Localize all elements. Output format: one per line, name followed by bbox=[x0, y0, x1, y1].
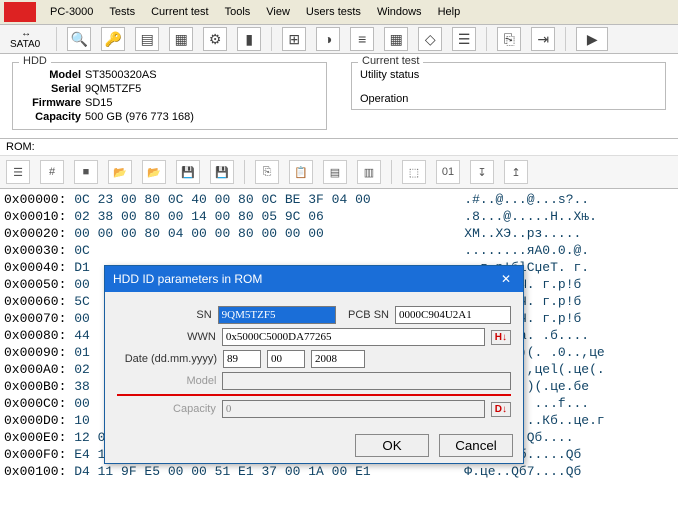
red-separator bbox=[117, 394, 511, 396]
hx-grid-icon[interactable]: # bbox=[40, 160, 64, 184]
hx-paste-icon[interactable]: 📋 bbox=[289, 160, 313, 184]
pcb-sn-input[interactable] bbox=[395, 306, 511, 324]
tool-icon-grid[interactable]: ▦ bbox=[384, 27, 408, 51]
model-input bbox=[222, 372, 511, 390]
menu-tests[interactable]: Tests bbox=[101, 4, 143, 20]
serial-label: Serial bbox=[21, 83, 81, 95]
hx-save-icon[interactable]: 💾 bbox=[176, 160, 200, 184]
hex-toolbar: ☰ # ■ 📂 📂 💾 💾 ⎘ 📋 ▤ ▥ ⬚ 01 ↧ ↥ bbox=[0, 155, 678, 189]
sata-port[interactable]: ↔ SATA0 bbox=[4, 28, 46, 50]
tool-icon-chip[interactable]: ▮ bbox=[237, 27, 261, 51]
tool-icon-tree[interactable]: ⊞ bbox=[282, 27, 306, 51]
hx-in-icon[interactable]: ↧ bbox=[470, 160, 494, 184]
hx-bin-icon[interactable]: 01 bbox=[436, 160, 460, 184]
menu-current-test[interactable]: Current test bbox=[143, 4, 216, 20]
wwn-input[interactable] bbox=[222, 328, 485, 346]
menubar: PC-3000 Tests Current test Tools View Us… bbox=[0, 0, 678, 25]
serial-value: 9QM5TZF5 bbox=[85, 83, 141, 95]
menu-users-tests[interactable]: Users tests bbox=[298, 4, 369, 20]
tool-icon-exit[interactable]: ⇥ bbox=[531, 27, 555, 51]
menu-windows[interactable]: Windows bbox=[369, 4, 430, 20]
menu-view[interactable]: View bbox=[258, 4, 298, 20]
tool-icon-lines[interactable]: ≡ bbox=[350, 27, 374, 51]
dialog-title: HDD ID parameters in ROM bbox=[113, 272, 262, 286]
hx-mark-icon[interactable]: ⬚ bbox=[402, 160, 426, 184]
date-year-input[interactable] bbox=[311, 350, 365, 368]
tool-icon-1[interactable]: 🔍 bbox=[67, 27, 91, 51]
model-label: Model bbox=[21, 69, 81, 81]
model-value: ST3500320AS bbox=[85, 69, 157, 81]
capacity-input bbox=[222, 400, 485, 418]
hx-list-icon[interactable]: ☰ bbox=[6, 160, 30, 184]
hdd-id-dialog: HDD ID parameters in ROM ✕ SN PCB SN WWN… bbox=[104, 265, 524, 464]
date-day-input[interactable] bbox=[223, 350, 261, 368]
capacity-hex-icon[interactable]: D↓ bbox=[491, 402, 511, 417]
wwn-hex-icon[interactable]: H↓ bbox=[491, 330, 511, 345]
close-icon[interactable]: ✕ bbox=[497, 270, 515, 288]
menu-tools[interactable]: Tools bbox=[217, 4, 259, 20]
app-icon bbox=[4, 2, 36, 22]
tool-icon-key[interactable]: 🔑 bbox=[101, 27, 125, 51]
menu-help[interactable]: Help bbox=[430, 4, 469, 20]
tool-icon-flow[interactable]: ◇ bbox=[418, 27, 442, 51]
hx-open-icon[interactable]: 📂 bbox=[108, 160, 132, 184]
hx-copy-icon[interactable]: ⎘ bbox=[255, 160, 279, 184]
menu-pc3000[interactable]: PC-3000 bbox=[42, 4, 101, 20]
capacity-label-dlg: Capacity bbox=[117, 403, 216, 415]
firmware-value: SD15 bbox=[85, 97, 113, 109]
cancel-button[interactable]: Cancel bbox=[439, 434, 513, 457]
firmware-label: Firmware bbox=[21, 97, 81, 109]
hx-out-icon[interactable]: ↥ bbox=[504, 160, 528, 184]
hx-sq-icon[interactable]: ■ bbox=[74, 160, 98, 184]
current-test-group: Current test Utility status Operation bbox=[351, 62, 666, 110]
utility-status-label: Utility status bbox=[360, 69, 657, 81]
hx-block2-icon[interactable]: ▥ bbox=[357, 160, 381, 184]
date-label: Date (dd.mm.yyyy) bbox=[117, 353, 217, 365]
main-toolbar: ↔ SATA0 🔍 🔑 ▤ ▦ ⚙ ▮ ⊞ ◑ ≡ ▦ ◇ ☰ ⎘ ⇥ ▶ bbox=[0, 25, 678, 54]
hdd-group: HDD ModelST3500320AS Serial9QM5TZF5 Firm… bbox=[12, 62, 327, 130]
hdd-group-title: HDD bbox=[19, 55, 51, 67]
hx-save2-icon[interactable]: 💾 bbox=[210, 160, 234, 184]
capacity-label: Capacity bbox=[21, 111, 81, 123]
date-month-input[interactable] bbox=[267, 350, 305, 368]
sn-input[interactable] bbox=[218, 306, 336, 324]
tool-icon-calc[interactable]: ▦ bbox=[169, 27, 193, 51]
rom-label: ROM: bbox=[0, 139, 678, 155]
hx-open2-icon[interactable]: 📂 bbox=[142, 160, 166, 184]
model-label-dlg: Model bbox=[117, 375, 216, 387]
tool-icon-play[interactable]: ▶ bbox=[576, 27, 608, 51]
tool-icon-copy[interactable]: ⎘ bbox=[497, 27, 521, 51]
sata-label: SATA0 bbox=[10, 39, 40, 50]
sn-label: SN bbox=[117, 309, 212, 321]
tool-icon-gear[interactable]: ⚙ bbox=[203, 27, 227, 51]
tool-icon-tape[interactable]: ◑ bbox=[316, 27, 340, 51]
operation-label: Operation bbox=[360, 93, 657, 105]
pcb-sn-label: PCB SN bbox=[342, 309, 389, 321]
wwn-label: WWN bbox=[117, 331, 216, 343]
sata-arrows-icon: ↔ bbox=[21, 28, 29, 39]
tool-icon-list[interactable]: ☰ bbox=[452, 27, 476, 51]
ok-button[interactable]: OK bbox=[355, 434, 429, 457]
hx-block1-icon[interactable]: ▤ bbox=[323, 160, 347, 184]
capacity-value: 500 GB (976 773 168) bbox=[85, 111, 194, 123]
current-test-title: Current test bbox=[358, 55, 423, 67]
tool-icon-doc[interactable]: ▤ bbox=[135, 27, 159, 51]
info-area: HDD Model ST3500320AS Serial 9QM5TZF5 Firm… bbox=[0, 54, 678, 139]
